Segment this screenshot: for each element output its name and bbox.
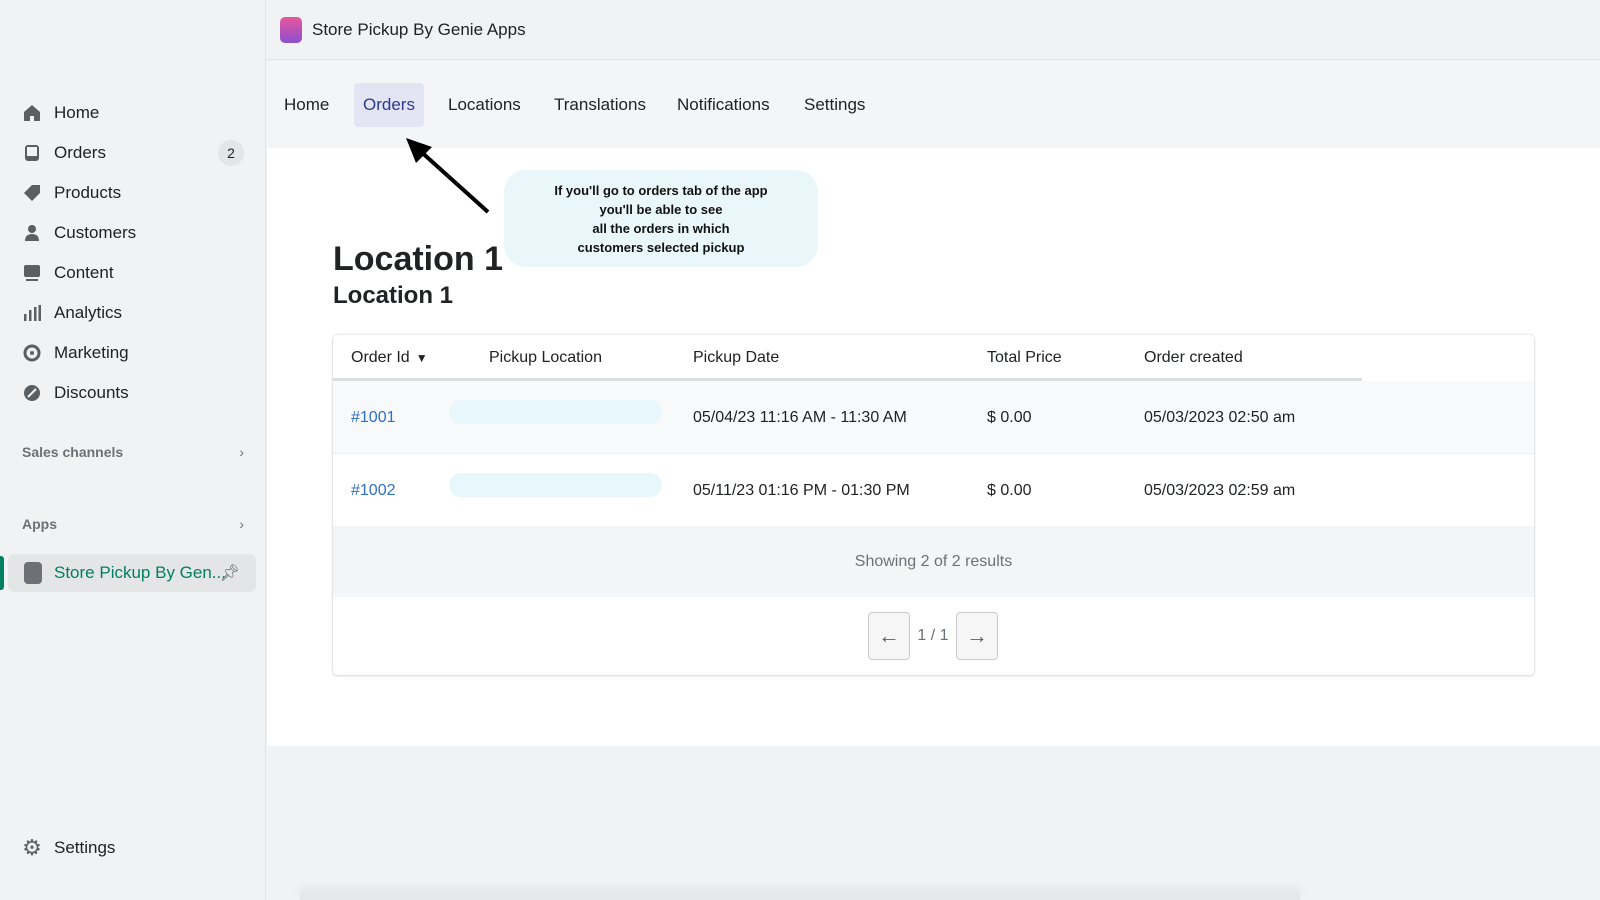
tab-orders[interactable]: Orders: [354, 83, 424, 127]
pickup-date: 05/04/23 11:16 AM - 11:30 AM: [693, 408, 907, 426]
tab-home[interactable]: Home: [275, 83, 338, 127]
sidebar-item-customers[interactable]: Customers: [22, 217, 244, 249]
table-row: #1001 05/04/23 11:16 AM - 11:30 AM $ 0.0…: [333, 381, 1534, 454]
pin-icon[interactable]: 📌︎: [220, 563, 240, 583]
order-link[interactable]: #1002: [351, 454, 396, 527]
apps-label: Apps: [22, 516, 57, 532]
sidebar-item-store-pickup[interactable]: Store Pickup By Gen... 📌︎: [8, 554, 256, 592]
page-indicator: 1 / 1: [917, 627, 949, 644]
person-icon: [22, 223, 42, 243]
column-pickup-date: Pickup Date: [693, 348, 780, 366]
sidebar-item-home[interactable]: Home: [22, 97, 244, 129]
next-page-button[interactable]: →: [956, 612, 998, 660]
arrow-right-icon: →: [966, 623, 988, 648]
chevron-right-icon: ›: [239, 444, 244, 460]
sidebar-item-settings[interactable]: ⚙ Settings: [22, 832, 244, 864]
active-indicator: [0, 556, 4, 590]
bar-chart-icon: [22, 303, 42, 323]
column-label: Order Id: [351, 348, 410, 366]
total-price: $ 0.00: [987, 481, 1032, 499]
column-pickup-location: Pickup Location: [489, 348, 602, 366]
app-header: Store Pickup By Genie Apps: [267, 0, 1600, 60]
sort-down-icon: ▼: [415, 350, 428, 365]
page-title: Location 1: [333, 240, 504, 278]
home-icon: [22, 103, 42, 123]
chevron-right-icon: ›: [239, 516, 244, 532]
column-total-price: Total Price: [987, 348, 1062, 366]
tab-notifications[interactable]: Notifications: [668, 83, 779, 127]
page-subtitle: Location 1: [333, 282, 454, 309]
pickup-date: 05/11/23 01:16 PM - 01:30 PM: [693, 481, 910, 499]
app-logo: [280, 16, 302, 43]
column-order-id[interactable]: Order Id ▼: [351, 335, 428, 380]
sidebar-item-products[interactable]: Products: [22, 177, 244, 209]
app-icon: [24, 562, 42, 584]
tag-icon: [22, 183, 42, 203]
arrow-annotation: [406, 138, 490, 214]
app-title: Store Pickup By Genie Apps: [312, 19, 526, 39]
sidebar: Home Orders 2 Products Customers Content…: [0, 0, 266, 900]
arrow-left-icon: ←: [878, 623, 900, 648]
sidebar-item-analytics[interactable]: Analytics: [22, 297, 244, 329]
tab-settings[interactable]: Settings: [795, 83, 874, 127]
results-summary: Showing 2 of 2 results: [333, 526, 1534, 597]
total-price: $ 0.00: [987, 408, 1032, 426]
pickup-location-pill: [449, 473, 662, 497]
orders-table: Order Id ▼ Pickup Location Pickup Date To…: [333, 335, 1534, 675]
order-link[interactable]: #1001: [351, 381, 396, 454]
orders-icon: [22, 143, 42, 163]
sidebar-item-label: Marketing: [54, 343, 129, 362]
sidebar-item-label: Store Pickup By Gen...: [54, 563, 226, 582]
sidebar-item-marketing[interactable]: Marketing: [22, 337, 244, 369]
target-icon: [22, 343, 42, 363]
gear-icon: ⚙: [22, 835, 42, 860]
orders-count-badge: 2: [218, 140, 244, 166]
pickup-location-pill: [449, 400, 662, 424]
sidebar-item-label: Orders: [54, 143, 106, 162]
sidebar-item-orders[interactable]: Orders 2: [22, 137, 244, 169]
order-created: 05/03/2023 02:59 am: [1144, 481, 1296, 499]
column-order-created: Order created: [1144, 348, 1243, 366]
sidebar-item-discounts[interactable]: Discounts: [22, 377, 244, 409]
sales-channels-label: Sales channels: [22, 444, 124, 460]
sidebar-item-label: Settings: [54, 838, 116, 857]
sidebar-item-label: Discounts: [54, 383, 129, 402]
prev-page-button[interactable]: ←: [868, 612, 910, 660]
image-icon: [22, 263, 42, 283]
sales-channels-section[interactable]: Sales channels ›: [22, 444, 244, 460]
sidebar-item-label: Customers: [54, 223, 137, 242]
table-row: #1002 05/11/23 01:16 PM - 01:30 PM $ 0.0…: [333, 454, 1534, 527]
tab-translations[interactable]: Translations: [545, 83, 655, 127]
sidebar-item-label: Products: [54, 183, 122, 202]
bottom-bar: [300, 893, 1300, 900]
order-created: 05/03/2023 02:50 am: [1144, 408, 1296, 426]
sidebar-item-label: Content: [54, 263, 114, 282]
discount-icon: [22, 383, 42, 403]
apps-section[interactable]: Apps ›: [22, 516, 244, 532]
tab-locations[interactable]: Locations: [439, 83, 530, 127]
sidebar-item-content[interactable]: Content: [22, 257, 244, 289]
sidebar-item-label: Analytics: [54, 303, 123, 322]
sidebar-item-label: Home: [54, 103, 100, 122]
annotation-callout: If you'll go to orders tab of the app yo…: [504, 170, 818, 267]
